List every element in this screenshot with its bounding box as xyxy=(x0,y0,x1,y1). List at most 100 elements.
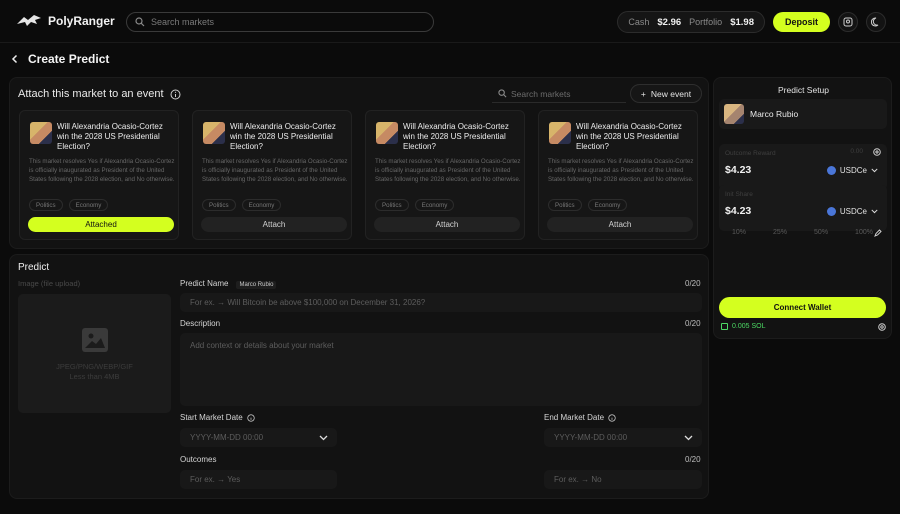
predict-form-panel: Predict Image (file upload) JPEG/PNG/WEB… xyxy=(9,254,709,499)
add-icon[interactable] xyxy=(873,148,881,156)
page-title: Create Predict xyxy=(28,52,110,66)
event-description: This market resolves Yes if Alexandria O… xyxy=(202,158,348,183)
sol-balance: 0.005 SOL xyxy=(721,323,765,330)
connect-wallet-button[interactable]: Connect Wallet xyxy=(719,297,886,318)
attach-event-panel: Attach this market to an event Search ma… xyxy=(9,77,709,249)
outcomes-label: Outcomes xyxy=(180,455,217,464)
end-date-label-text: End Market Date xyxy=(544,413,605,422)
event-avatar xyxy=(549,122,571,144)
outcome-no-input[interactable]: For ex. → No xyxy=(544,470,702,489)
user-name: Marco Rubio xyxy=(750,109,799,119)
event-tag: Politics xyxy=(548,199,582,211)
event-description: This market resolves Yes if Alexandria O… xyxy=(548,158,694,183)
event-card[interactable]: Will Alexandria Ocasio-Cortez win the 20… xyxy=(365,110,525,240)
percent-option[interactable]: 50% xyxy=(814,229,828,236)
attach-button[interactable]: Attach xyxy=(201,217,347,232)
info-icon[interactable] xyxy=(247,413,255,422)
description-textarea[interactable]: Add context or details about your market xyxy=(180,333,702,406)
outcomes-count: 0/20 xyxy=(685,455,701,464)
event-description: This market resolves Yes if Alexandria O… xyxy=(375,158,521,183)
deposit-button[interactable]: Deposit xyxy=(772,12,830,32)
event-search-input[interactable]: Search markets xyxy=(492,85,626,103)
new-event-button[interactable]: + New event xyxy=(630,84,702,103)
event-question: Will Alexandria Ocasio-Cortez win the 20… xyxy=(230,122,336,151)
event-question: Will Alexandria Ocasio-Cortez win the 20… xyxy=(57,122,163,151)
percent-option[interactable]: 10% xyxy=(732,229,746,236)
predict-name-chip: Marco Rubio xyxy=(236,281,277,289)
search-placeholder: Search markets xyxy=(151,17,215,27)
share-token: USDCe xyxy=(839,207,867,216)
event-tag: Economy xyxy=(587,199,628,211)
share-token-select[interactable]: USDCe xyxy=(826,207,878,216)
event-card[interactable]: Will Alexandria Ocasio-Cortez win the 20… xyxy=(192,110,352,240)
outcome-yes-input[interactable]: For ex. → Yes xyxy=(180,470,337,489)
profile-button[interactable] xyxy=(838,12,858,32)
wallet-icon xyxy=(721,323,728,330)
predict-name-label: Predict Name Marco Rubio xyxy=(180,279,277,289)
event-tag: Economy xyxy=(414,199,455,211)
attach-button[interactable]: Attach xyxy=(374,217,520,232)
event-question: Will Alexandria Ocasio-Cortez win the 20… xyxy=(403,122,509,151)
event-card[interactable]: Will Alexandria Ocasio-Cortez win the 20… xyxy=(19,110,179,240)
chevron-down-icon xyxy=(319,435,328,440)
event-tag: Economy xyxy=(68,199,109,211)
top-bar: PolyRanger Search markets Cash $2.96 Por… xyxy=(0,0,900,43)
event-card[interactable]: Will Alexandria Ocasio-Cortez win the 20… xyxy=(538,110,698,240)
plus-icon: + xyxy=(640,88,646,99)
portfolio-value: $1.98 xyxy=(730,16,754,28)
setup-user: Marco Rubio xyxy=(719,99,887,129)
new-event-label: New event xyxy=(650,88,692,99)
chevron-down-icon xyxy=(871,209,878,214)
outcome-reward-value: $4.23 xyxy=(725,164,752,176)
event-tag: Economy xyxy=(241,199,282,211)
attached-button[interactable]: Attached xyxy=(28,217,174,232)
balance-summary: Cash $2.96 Portfolio $1.98 xyxy=(617,11,765,33)
end-date-label: End Market Date xyxy=(544,413,616,422)
sol-balance-value: 0.005 SOL xyxy=(732,323,766,330)
outcome-reward-box: Outcome Reward 0.00 $4.23 USDCe xyxy=(719,144,887,190)
info-icon[interactable] xyxy=(170,89,181,100)
image-icon xyxy=(82,328,108,352)
image-upload-dropzone[interactable]: JPEG/PNG/WEBP/GIF Less than 4MB xyxy=(18,294,171,413)
predict-name-input[interactable]: For ex. → Will Bitcoin be above $100,000… xyxy=(180,293,702,312)
info-icon[interactable] xyxy=(608,413,616,422)
search-input[interactable]: Search markets xyxy=(126,12,434,32)
event-avatar xyxy=(30,122,52,144)
start-date-picker[interactable]: YYYY-MM-DD 00:00 xyxy=(180,428,337,447)
search-icon xyxy=(498,89,507,98)
app-name: PolyRanger xyxy=(48,14,115,28)
event-tag: Politics xyxy=(29,199,63,211)
description-label: Description xyxy=(180,319,221,328)
end-date-placeholder: YYYY-MM-DD 00:00 xyxy=(554,433,628,442)
chevron-down-icon xyxy=(871,168,878,173)
event-avatar xyxy=(376,122,398,144)
init-share-label: Init Share xyxy=(725,191,753,198)
chevron-left-icon[interactable] xyxy=(10,54,20,64)
reward-token-select[interactable]: USDCe xyxy=(826,166,878,175)
event-question: Will Alexandria Ocasio-Cortez win the 20… xyxy=(576,122,682,151)
end-date-picker[interactable]: YYYY-MM-DD 00:00 xyxy=(544,428,702,447)
attach-event-heading: Attach this market to an event xyxy=(18,88,164,100)
percent-options: 10% 25% 50% 100% xyxy=(732,229,873,236)
image-formats: JPEG/PNG/WEBP/GIF xyxy=(56,362,133,371)
event-avatar xyxy=(203,122,225,144)
image-upload-label: Image (file upload) xyxy=(18,279,81,288)
event-tag: Politics xyxy=(375,199,409,211)
reward-balance: 0.00 xyxy=(850,148,863,155)
init-share-box: Init Share $4.23 USDCe xyxy=(719,185,887,231)
usdc-icon xyxy=(826,166,836,175)
theme-toggle[interactable] xyxy=(866,12,886,32)
settings-icon[interactable] xyxy=(878,323,886,331)
cash-label: Cash xyxy=(628,17,650,27)
predict-title: Predict xyxy=(18,262,50,273)
edit-icon[interactable] xyxy=(874,229,882,237)
description-count: 0/20 xyxy=(685,319,701,328)
attach-button[interactable]: Attach xyxy=(547,217,693,232)
init-share-value: $4.23 xyxy=(725,205,752,217)
event-tag: Politics xyxy=(202,199,236,211)
percent-option[interactable]: 100% xyxy=(855,229,873,236)
portfolio-label: Portfolio xyxy=(689,17,723,27)
chevron-down-icon xyxy=(684,435,693,440)
percent-option[interactable]: 25% xyxy=(773,229,787,236)
app-logo[interactable]: PolyRanger xyxy=(16,14,126,28)
